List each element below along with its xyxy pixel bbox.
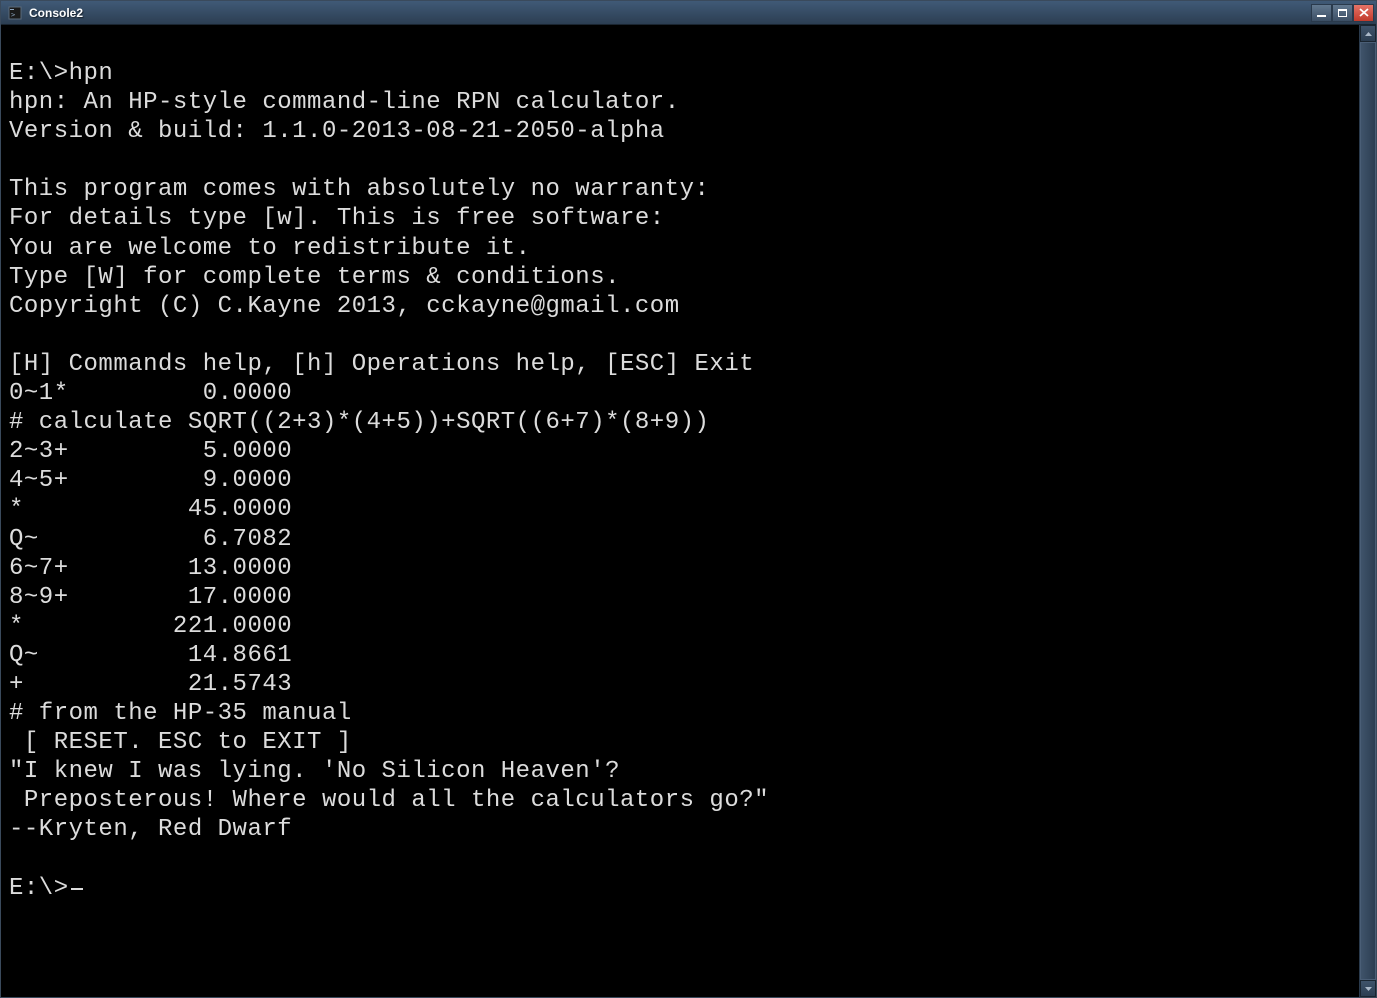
minimize-icon xyxy=(1317,15,1326,17)
terminal-line: 8~9+ 17.0000 xyxy=(9,583,1351,612)
chevron-down-icon xyxy=(1365,987,1372,991)
terminal-line: 0~1* 0.0000 xyxy=(9,379,1351,408)
scroll-down-button[interactable] xyxy=(1360,980,1376,997)
app-window: > Console2 E:\>hpnhpn: An HP-style comma… xyxy=(0,0,1377,998)
terminal-line: [ RESET. ESC to EXIT ] xyxy=(9,728,1351,757)
terminal-line: 6~7+ 13.0000 xyxy=(9,554,1351,583)
main-area: E:\>hpnhpn: An HP-style command-line RPN… xyxy=(1,25,1376,997)
scroll-track[interactable] xyxy=(1360,42,1376,980)
terminal-line: Preposterous! Where would all the calcul… xyxy=(9,786,1351,815)
cursor xyxy=(71,888,83,890)
window-controls xyxy=(1311,4,1374,22)
terminal-line: + 21.5743 xyxy=(9,670,1351,699)
terminal-line: Version & build: 1.1.0-2013-08-21-2050-a… xyxy=(9,117,1351,146)
terminal-line: Copyright (C) C.Kayne 2013, cckayne@gmai… xyxy=(9,292,1351,321)
terminal-line: # from the HP-35 manual xyxy=(9,699,1351,728)
terminal-line: Type [W] for complete terms & conditions… xyxy=(9,263,1351,292)
terminal-line xyxy=(9,321,1351,350)
terminal-line: hpn: An HP-style command-line RPN calcul… xyxy=(9,88,1351,117)
scroll-thumb[interactable] xyxy=(1360,42,1376,980)
terminal-prompt[interactable]: E:\> xyxy=(9,874,1351,903)
terminal-line: You are welcome to redistribute it. xyxy=(9,234,1351,263)
terminal-line xyxy=(9,845,1351,874)
terminal-line: Q~ 14.8661 xyxy=(9,641,1351,670)
terminal-line: * 45.0000 xyxy=(9,495,1351,524)
scroll-up-button[interactable] xyxy=(1360,25,1376,42)
terminal-line: * 221.0000 xyxy=(9,612,1351,641)
terminal-line: [H] Commands help, [h] Operations help, … xyxy=(9,350,1351,379)
titlebar[interactable]: > Console2 xyxy=(1,1,1376,25)
close-button[interactable] xyxy=(1353,4,1374,22)
chevron-up-icon xyxy=(1365,32,1372,36)
maximize-button[interactable] xyxy=(1332,4,1353,22)
terminal-line xyxy=(9,146,1351,175)
window-title: Console2 xyxy=(27,6,1311,20)
close-icon xyxy=(1359,8,1369,17)
terminal-line: Q~ 6.7082 xyxy=(9,525,1351,554)
terminal-line: This program comes with absolutely no wa… xyxy=(9,175,1351,204)
maximize-icon xyxy=(1338,9,1347,17)
svg-text:>: > xyxy=(11,11,15,19)
terminal-line: For details type [w]. This is free softw… xyxy=(9,204,1351,233)
app-icon: > xyxy=(7,5,23,21)
minimize-button[interactable] xyxy=(1311,4,1332,22)
terminal-line: # calculate SQRT((2+3)*(4+5))+SQRT((6+7)… xyxy=(9,408,1351,437)
terminal-line: E:\>hpn xyxy=(9,59,1351,88)
terminal-line: 2~3+ 5.0000 xyxy=(9,437,1351,466)
terminal-line: 4~5+ 9.0000 xyxy=(9,466,1351,495)
terminal-line: "I knew I was lying. 'No Silicon Heaven'… xyxy=(9,757,1351,786)
terminal-output[interactable]: E:\>hpnhpn: An HP-style command-line RPN… xyxy=(1,25,1359,997)
terminal-line: --Kryten, Red Dwarf xyxy=(9,815,1351,844)
vertical-scrollbar[interactable] xyxy=(1359,25,1376,997)
